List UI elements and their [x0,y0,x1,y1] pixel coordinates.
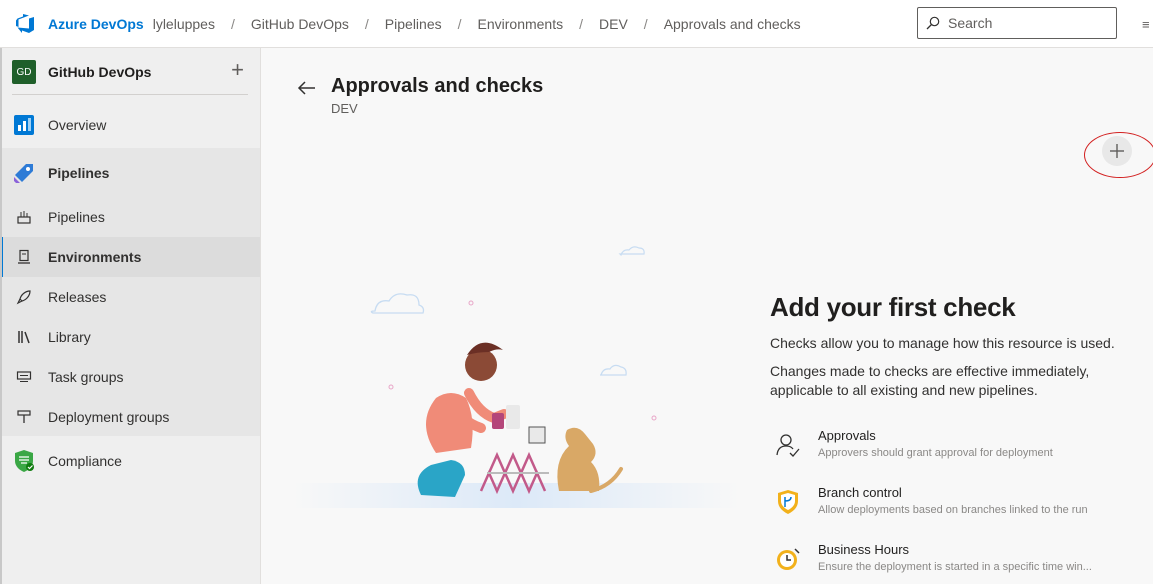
check-description: Approvers should grant approval for depl… [818,447,1053,459]
shield-icon [12,449,36,473]
breadcrumb-organization[interactable]: lyleluppes [153,16,215,32]
top-bar: Azure DevOps lyleluppes / GitHub DevOps … [0,0,1153,48]
search-icon [926,16,940,30]
pipelines-hub-icon [12,161,36,185]
add-check-button[interactable] [1081,132,1153,180]
empty-state-title: Add your first check [770,292,1016,322]
sidebar-item-releases[interactable]: Releases [0,277,260,317]
sidebar-item-label: Environments [48,249,142,265]
window-edge [0,48,2,584]
page-subtitle: DEV [331,101,358,116]
sidebar-item-label: Task groups [48,369,124,385]
project-avatar: GD [12,60,36,84]
search-box[interactable]: Search [917,7,1117,39]
project-name: GitHub DevOps [48,64,152,80]
sidebar-item-label: Compliance [48,453,122,469]
sidebar-divider [12,94,248,95]
breadcrumb-dev[interactable]: DEV [599,16,628,32]
clock-icon [777,548,800,570]
breadcrumb-project[interactable]: GitHub DevOps [251,16,349,32]
highlight-circle [1084,132,1153,178]
breadcrumb-environments[interactable]: Environments [478,16,564,32]
breadcrumb-separator: / [364,15,369,32]
sidebar-item-deployment-groups[interactable]: Deployment groups [0,397,260,437]
empty-state-description: Checks allow you to manage how this reso… [770,335,1115,351]
sidebar-item-label: Overview [48,117,107,133]
sidebar-item-compliance[interactable]: Compliance [0,441,260,481]
sidebar-item-library[interactable]: Library [0,317,260,357]
check-option-branch-control[interactable]: Branch control Allow deployments based o… [770,485,1140,525]
search-placeholder: Search [948,15,993,31]
branch-shield-icon [778,490,798,514]
check-description: Ensure the deployment is started in a sp… [818,561,1092,573]
back-arrow-icon[interactable] [297,78,317,98]
person-check-icon [776,434,800,457]
brand-link[interactable]: Azure DevOps [48,16,144,32]
check-name: Branch control [818,485,902,500]
library-icon [15,328,33,346]
sidebar-item-label: Pipelines [48,165,110,181]
sidebar-item-pipelines[interactable]: Pipelines [0,197,260,237]
main-content: Approvals and checks DEV Add your first … [261,48,1153,584]
sidebar: GD GitHub DevOps + Overview Pipelines Pi… [0,48,261,584]
breadcrumb-separator: / [643,15,648,32]
breadcrumb-separator: / [457,15,462,32]
breadcrumb-current: Approvals and checks [663,15,801,32]
sidebar-item-task-groups[interactable]: Task groups [0,357,260,397]
sidebar-item-overview[interactable]: Overview [0,105,260,145]
empty-state-note: Changes made to checks are effective imm… [770,363,1090,398]
sidebar-item-environments[interactable]: Environments [0,237,260,277]
sidebar-item-label: Deployment groups [48,409,170,425]
sidebar-item-label: Releases [48,289,107,305]
task-group-icon [15,368,33,386]
pipeline-icon [15,208,33,226]
deployment-group-icon [15,408,33,426]
breadcrumb-pipelines[interactable]: Pipelines [385,16,442,32]
check-name: Business Hours [818,542,910,557]
settings-list-icon[interactable]: ≡ [1142,17,1150,32]
check-name: Approvals [818,428,876,443]
breadcrumb-separator: / [230,15,235,32]
rocket-icon [15,288,33,306]
sidebar-item-pipelines-hub[interactable]: Pipelines [0,153,260,193]
page-title: Approvals and checks [331,75,544,97]
environment-icon [15,248,33,266]
check-option-business-hours[interactable]: Business Hours Ensure the deployment is … [770,542,1140,582]
add-icon[interactable]: + [231,58,244,82]
breadcrumb-separator: / [579,15,583,32]
sidebar-item-label: Pipelines [48,209,105,225]
azure-devops-logo-icon[interactable] [14,13,36,35]
overview-icon [12,113,36,137]
project-header[interactable]: GD GitHub DevOps + [12,58,248,84]
sidebar-item-label: Library [48,329,91,345]
check-description: Allow deployments based on branches link… [818,504,1088,516]
check-option-approvals[interactable]: Approvals Approvers should grant approva… [770,428,1140,468]
empty-state-illustration [291,246,741,508]
